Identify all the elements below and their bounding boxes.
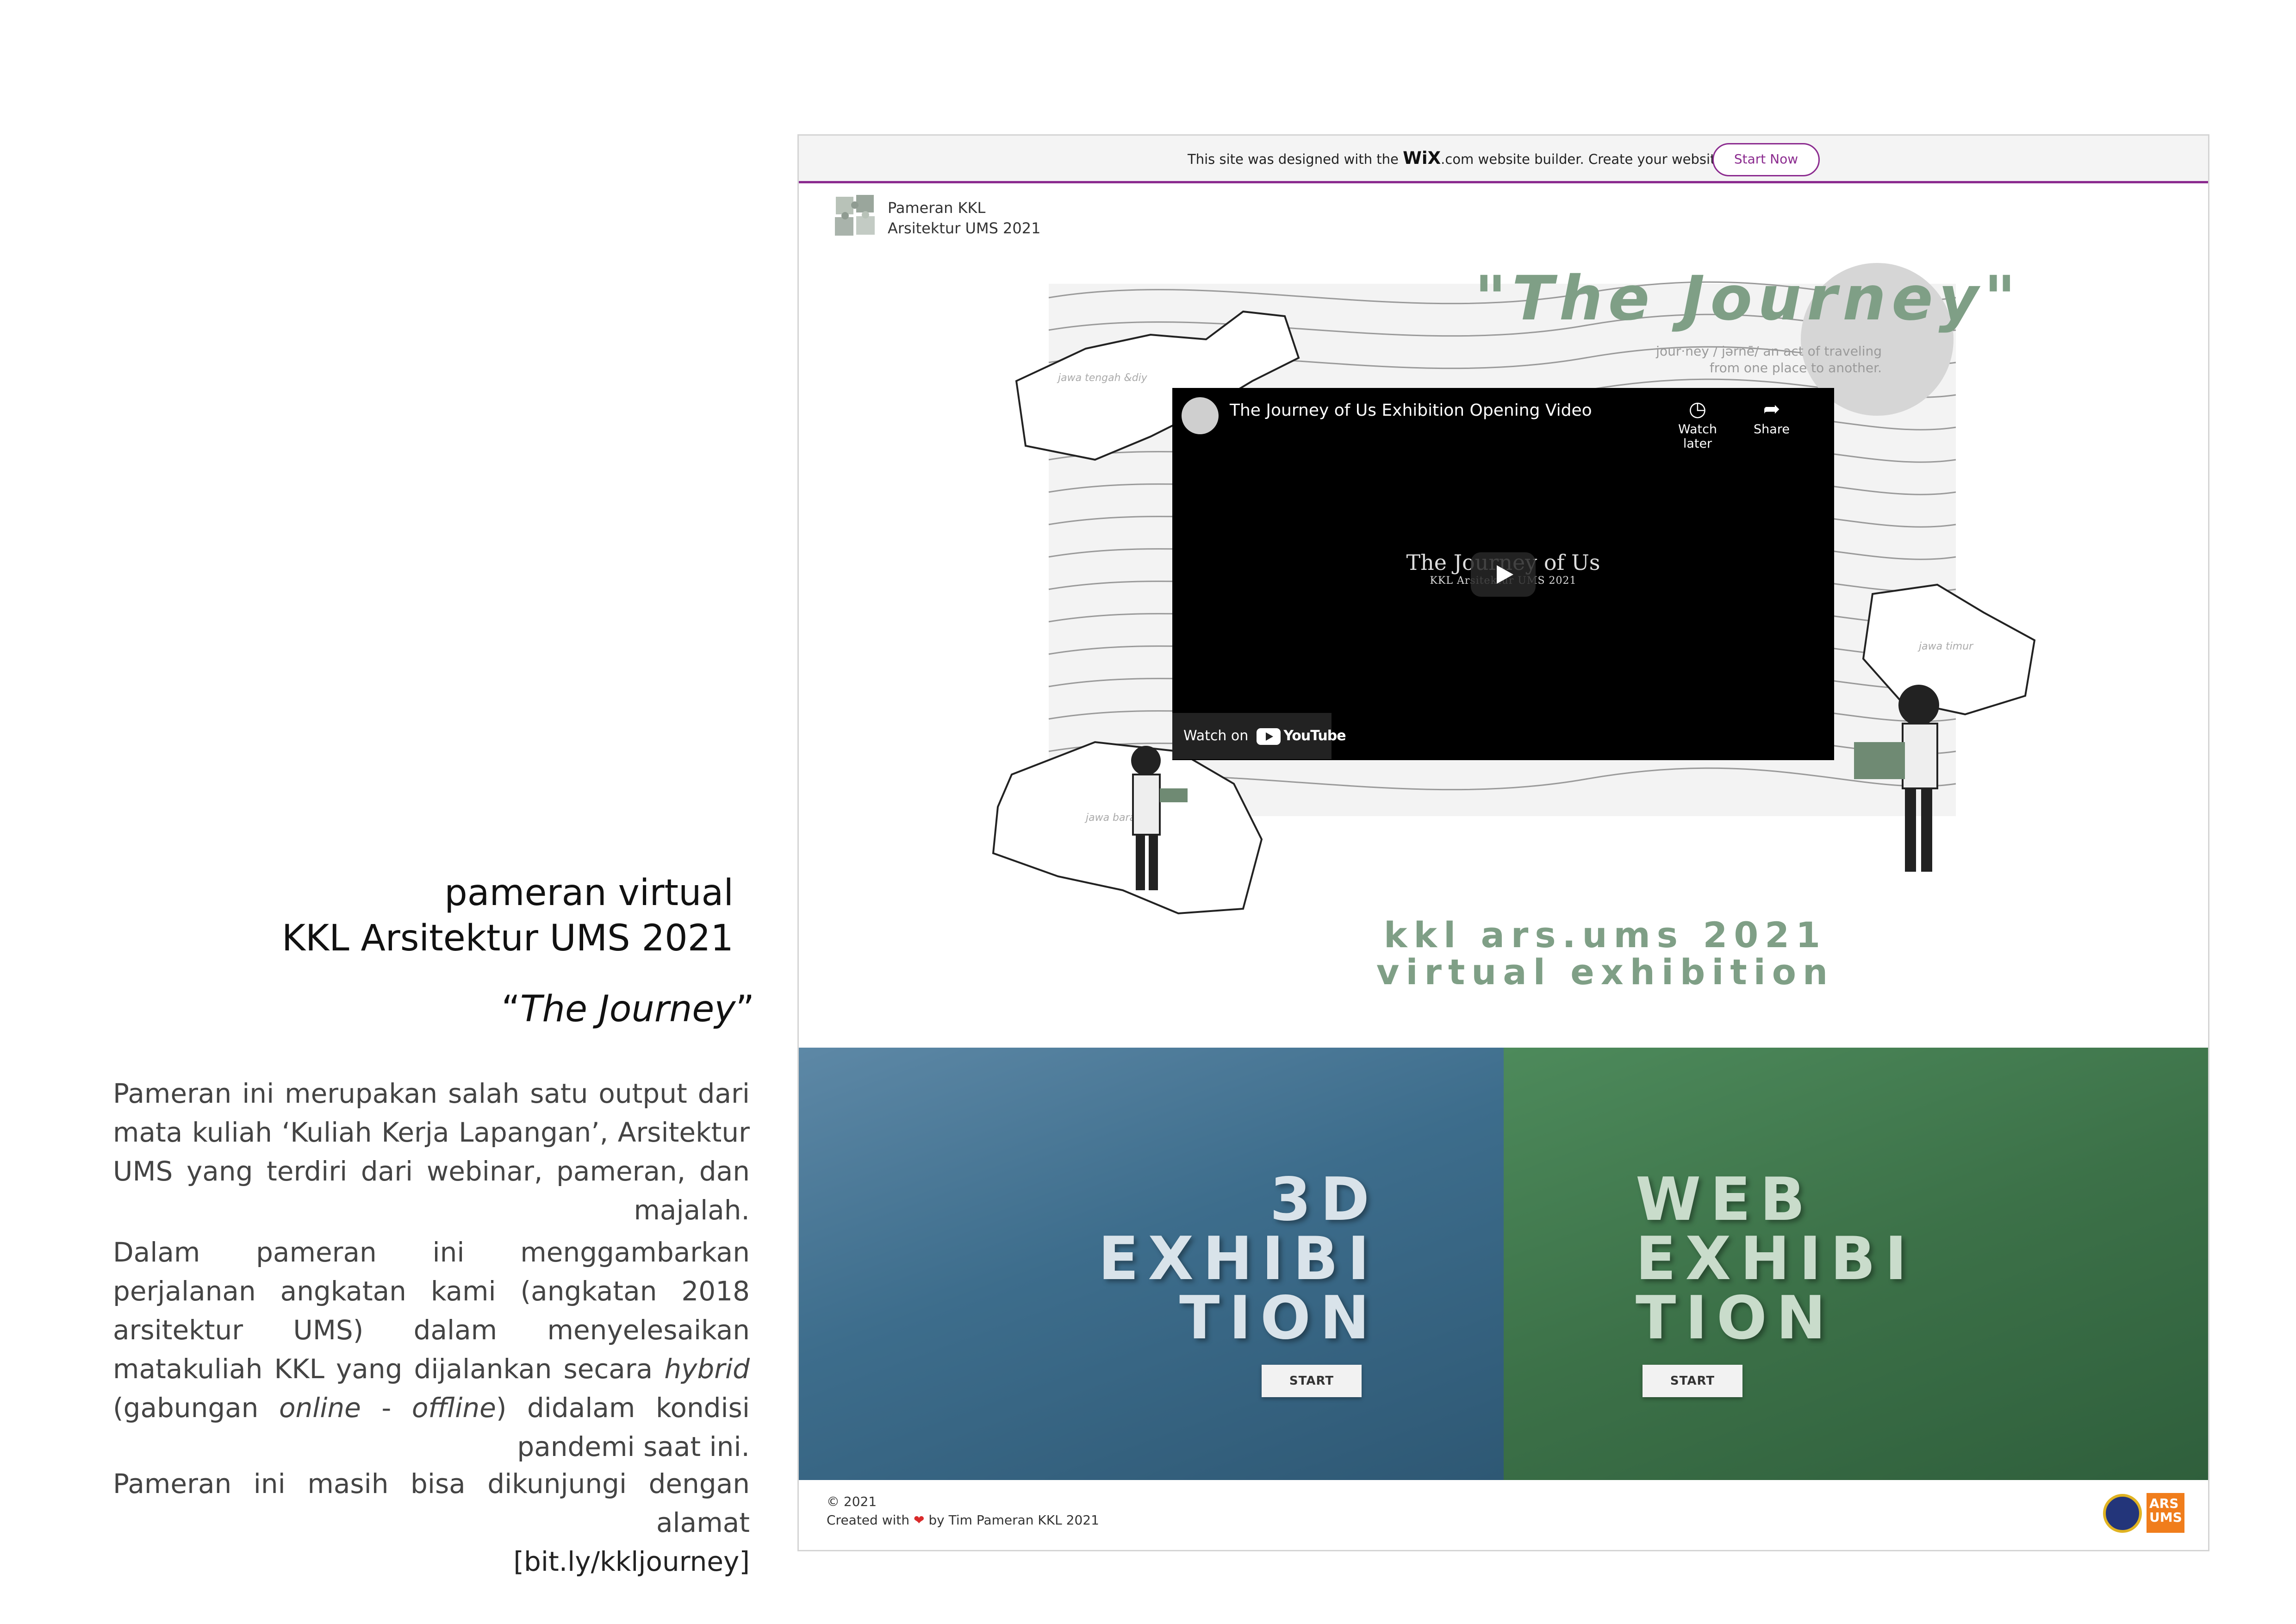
watch-on-youtube-button[interactable]: Watch on YouTube [1172,713,1346,759]
site-footer: © 2021 Created with ❤ by Tim Pameran KKL… [799,1480,2208,1549]
description-subtitle: “The Journey” [501,988,754,1030]
exhibition-web-title: WEB EXHIBI TION [1636,1165,1916,1353]
start-now-button[interactable]: Start Now [1712,143,1820,176]
university-seal-logo[interactable] [2103,1494,2142,1533]
wix-banner: This site was designed with the WiX.com … [799,136,2208,183]
channel-avatar[interactable] [1182,397,1219,434]
description-paragraph-2: Dalam pameran ini menggambarkan perjalan… [113,1237,750,1462]
hero-title: "The Journey" [1475,263,2022,334]
description-heading: pameran virtual KKL Arsitektur UMS 2021 [282,870,734,961]
wix-logo: WiX [1403,148,1441,168]
youtube-logo-icon [1257,728,1281,745]
heart-icon: ❤ [914,1512,925,1528]
clock-icon: ◷ [1688,397,1707,421]
brand-line-2: Arsitektur UMS 2021 [888,219,1041,237]
journey-definition: jour·ney / jərnē/ an act of traveling fr… [1656,344,1882,375]
watch-later-button[interactable]: ◷ Watch later [1663,396,1732,451]
map-label-central: jawa tengah &diy [1057,372,1148,384]
wix-banner-text: This site was designed with the WiX.com … [1188,148,1769,168]
heading-line-1: pameran virtual [444,872,734,914]
website-frame: This site was designed with the WiX.com … [797,134,2209,1551]
description-paragraph-3: Pameran ini masih bisa dikunjungi dengan… [113,1464,750,1581]
tagline-line-1: kkl ars.ums 2021 [1384,914,1827,956]
tagline-line-2: virtual exhibition [1376,951,1835,993]
exhibition-link[interactable]: [bit.ly/kkljourney] [113,1542,750,1581]
heading-line-2: KKL Arsitektur UMS 2021 [281,918,734,959]
footer-credit: Created with ❤ by Tim Pameran KKL 2021 [827,1512,1099,1528]
brand-line-1: Pameran KKL [888,199,986,217]
map-label-east: jawa timur [1917,641,1974,652]
video-title[interactable]: The Journey of Us Exhibition Opening Vid… [1230,401,1592,420]
share-button[interactable]: ➦ Share [1737,396,1806,437]
exhibition-3d-title: 3D EXHIBI TION [1098,1165,1379,1353]
footer-copyright: © 2021 [827,1494,877,1509]
play-icon[interactable] [1471,552,1536,597]
exhibition-web-panel[interactable]: WEB EXHIBI TION START [1504,1048,2208,1480]
start-3d-button[interactable]: START [1262,1365,1362,1397]
description-paragraph-1: Pameran ini merupakan salah satu output … [113,1078,750,1226]
ars-ums-logo[interactable]: ARS UMS [2147,1493,2184,1533]
video-player[interactable]: The Journey of Us Exhibition Opening Vid… [1172,388,1834,760]
map-label-west: jawa barat [1084,812,1140,824]
start-web-button[interactable]: START [1643,1365,1742,1397]
puzzle-logo-icon [835,195,875,236]
exhibition-3d-panel[interactable]: 3D EXHIBI TION START [799,1048,1504,1480]
share-arrow-icon: ➦ [1763,397,1780,421]
